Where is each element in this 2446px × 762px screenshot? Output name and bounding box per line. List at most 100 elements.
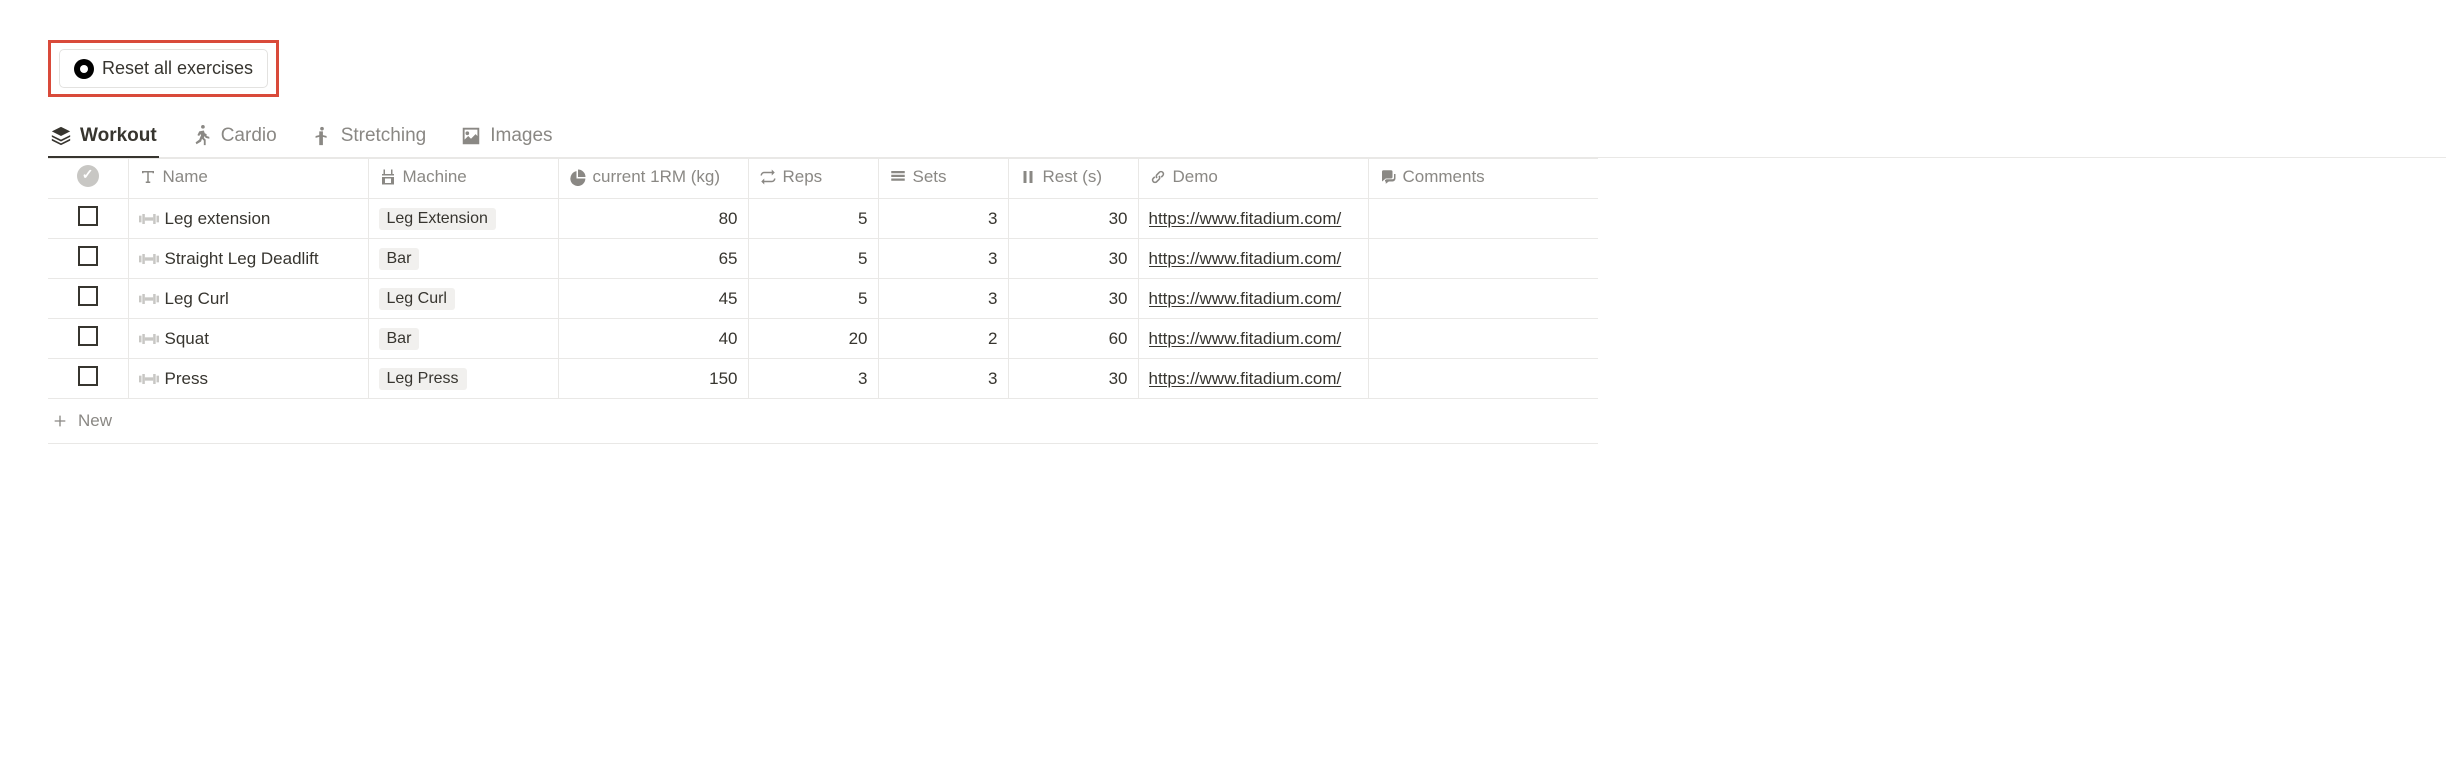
row-machine-cell[interactable]: Bar <box>368 239 558 279</box>
col-label: Rest (s) <box>1043 167 1103 187</box>
row-name-cell[interactable]: Press <box>128 359 368 399</box>
demo-link[interactable]: https://www.fitadium.com/ <box>1149 329 1358 349</box>
col-header-comments[interactable]: Comments <box>1368 159 1598 199</box>
checkbox-icon[interactable] <box>78 246 98 266</box>
table-row[interactable]: PressLeg Press1503330https://www.fitadiu… <box>48 359 1598 399</box>
row-reps-cell[interactable]: 20 <box>748 319 878 359</box>
row-checkbox-cell[interactable] <box>48 239 128 279</box>
row-checkbox-cell[interactable] <box>48 199 128 239</box>
reps-value: 5 <box>759 209 868 229</box>
checkbox-icon[interactable] <box>78 366 98 386</box>
demo-link[interactable]: https://www.fitadium.com/ <box>1149 209 1358 229</box>
table-row[interactable]: Leg extensionLeg Extension80 5 3 30 https://… <box>48 199 1598 239</box>
demo-link[interactable]: https://www.fitadium.com/ <box>1149 289 1358 309</box>
row-demo-cell[interactable]: https://www.fitadium.com/ <box>1138 319 1368 359</box>
row-reps-cell[interactable]: 3 <box>748 359 878 399</box>
row-sets-cell[interactable]: 3 <box>878 239 1008 279</box>
col-header-demo[interactable]: Demo <box>1138 159 1368 199</box>
link-icon <box>1149 168 1167 186</box>
sets-value: 3 <box>889 209 998 229</box>
dumbbell-icon <box>139 332 159 346</box>
row-checkbox-cell[interactable] <box>48 319 128 359</box>
row-machine-cell[interactable]: Leg Curl <box>368 279 558 319</box>
rm-value: 65 <box>569 249 738 269</box>
dumbbell-icon <box>139 292 159 306</box>
tab-stretching[interactable]: Stretching <box>309 117 429 157</box>
row-rest-cell[interactable]: 30 <box>1008 199 1138 239</box>
row-1rm-cell[interactable]: 45 <box>558 279 748 319</box>
row-machine-cell[interactable]: Leg Press <box>368 359 558 399</box>
row-comments-cell[interactable] <box>1368 319 1598 359</box>
row-comments-cell[interactable] <box>1368 239 1598 279</box>
col-header-checkbox[interactable] <box>48 159 128 199</box>
row-sets-cell[interactable]: 2 <box>878 319 1008 359</box>
row-rest-cell[interactable]: 30 <box>1008 239 1138 279</box>
row-1rm-cell[interactable]: 40 <box>558 319 748 359</box>
col-header-1rm[interactable]: current 1RM (kg) <box>558 159 748 199</box>
sets-value: 3 <box>889 249 998 269</box>
checkbox-icon[interactable] <box>78 206 98 226</box>
new-row-button[interactable]: New <box>48 399 1598 444</box>
row-reps-cell[interactable]: 5 <box>748 239 878 279</box>
tab-cardio[interactable]: Cardio <box>189 117 279 157</box>
row-name-cell[interactable]: Leg Curl <box>128 279 368 319</box>
col-header-machine[interactable]: Machine <box>368 159 558 199</box>
checkbox-icon[interactable] <box>78 286 98 306</box>
sets-value: 2 <box>889 329 998 349</box>
row-demo-cell[interactable]: https://www.fitadium.com/ <box>1138 239 1368 279</box>
machine-icon <box>379 168 397 186</box>
highlight-reset: Reset all exercises <box>48 40 279 97</box>
demo-link[interactable]: https://www.fitadium.com/ <box>1149 249 1358 269</box>
layers-icon <box>50 125 72 147</box>
row-sets-cell[interactable]: 3 <box>878 279 1008 319</box>
row-rest-cell[interactable]: 30 <box>1008 359 1138 399</box>
running-icon <box>191 125 213 147</box>
row-checkbox-cell[interactable] <box>48 359 128 399</box>
tab-label: Stretching <box>341 125 427 147</box>
row-sets-cell[interactable]: 3 <box>878 359 1008 399</box>
demo-link[interactable]: https://www.fitadium.com/ <box>1149 369 1358 389</box>
table-row[interactable]: Straight Leg DeadliftBar 65 5 3 30 https://ww… <box>48 239 1598 279</box>
row-reps-cell[interactable]: 5 <box>748 279 878 319</box>
machine-tag: Leg Curl <box>379 288 455 310</box>
rest-value: 30 <box>1019 289 1128 309</box>
row-demo-cell[interactable]: https://www.fitadium.com/ <box>1138 279 1368 319</box>
rest-value: 30 <box>1019 249 1128 269</box>
row-sets-cell[interactable]: 3 <box>878 199 1008 239</box>
row-reps-cell[interactable]: 5 <box>748 199 878 239</box>
reset-all-exercises-button[interactable]: Reset all exercises <box>59 49 268 88</box>
row-1rm-cell[interactable]: 65 <box>558 239 748 279</box>
row-name-cell[interactable]: Squat <box>128 319 368 359</box>
col-header-sets[interactable]: Sets <box>878 159 1008 199</box>
row-demo-cell[interactable]: https://www.fitadium.com/ <box>1138 359 1368 399</box>
record-dot-icon <box>74 59 94 79</box>
row-comments-cell[interactable] <box>1368 279 1598 319</box>
row-machine-cell[interactable]: Leg Extension <box>368 199 558 239</box>
row-comments-cell[interactable] <box>1368 359 1598 399</box>
checkbox-icon[interactable] <box>78 326 98 346</box>
table-row[interactable]: Leg Curl Leg Curl 4553 30 https://www.fitadi… <box>48 279 1598 319</box>
rest-value: 30 <box>1019 209 1128 229</box>
tab-images[interactable]: Images <box>458 117 554 157</box>
rest-value: 30 <box>1019 369 1128 389</box>
row-1rm-cell[interactable]: 150 <box>558 359 748 399</box>
col-header-reps[interactable]: Reps <box>748 159 878 199</box>
row-rest-cell[interactable]: 60 <box>1008 319 1138 359</box>
row-comments-cell[interactable] <box>1368 199 1598 239</box>
col-header-rest[interactable]: Rest (s) <box>1008 159 1138 199</box>
tab-workout[interactable]: Workout <box>48 117 159 157</box>
row-rest-cell[interactable]: 30 <box>1008 279 1138 319</box>
row-name-cell[interactable]: Leg extension <box>128 199 368 239</box>
reps-value: 5 <box>759 249 868 269</box>
col-header-name[interactable]: Name <box>128 159 368 199</box>
tab-label: Cardio <box>221 125 277 147</box>
row-1rm-cell[interactable]: 80 <box>558 199 748 239</box>
row-name-cell[interactable]: Straight Leg Deadlift <box>128 239 368 279</box>
row-demo-cell[interactable]: https://www.fitadium.com/ <box>1138 199 1368 239</box>
row-checkbox-cell[interactable] <box>48 279 128 319</box>
row-machine-cell[interactable]: Bar <box>368 319 558 359</box>
table-row[interactable]: SquatBar4020 2 60 https://www.fitadium.com/ <box>48 319 1598 359</box>
col-label: Sets <box>913 167 947 187</box>
dumbbell-icon <box>139 212 159 226</box>
dumbbell-icon <box>139 252 159 266</box>
